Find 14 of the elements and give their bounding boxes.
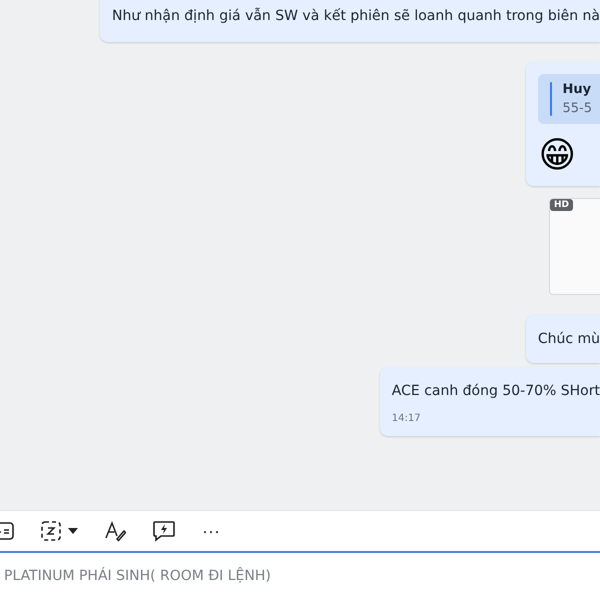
message-time: 14:17 (392, 413, 421, 424)
message-text: Chúc mù (538, 331, 600, 347)
message-text: Như nhận định giá vẫn SW và kết phiên sẽ loanh quanh trong biên nà (112, 8, 600, 24)
quick-message-icon[interactable] (152, 520, 176, 542)
more-button[interactable]: ··· (202, 520, 220, 542)
message-text: ACE canh đóng 50-70% SHort (392, 383, 600, 399)
image-thumbnail[interactable]: HD (549, 198, 600, 295)
emoji: 😁 (538, 138, 576, 174)
hd-badge: HD (550, 199, 574, 211)
quoted-message[interactable]: Huy 55-5 (538, 74, 600, 124)
screenshot-icon[interactable] (40, 520, 78, 542)
font-style-icon[interactable] (104, 520, 126, 542)
quote-author: Huy (562, 82, 592, 97)
quote-text: 55-5 (562, 101, 592, 116)
